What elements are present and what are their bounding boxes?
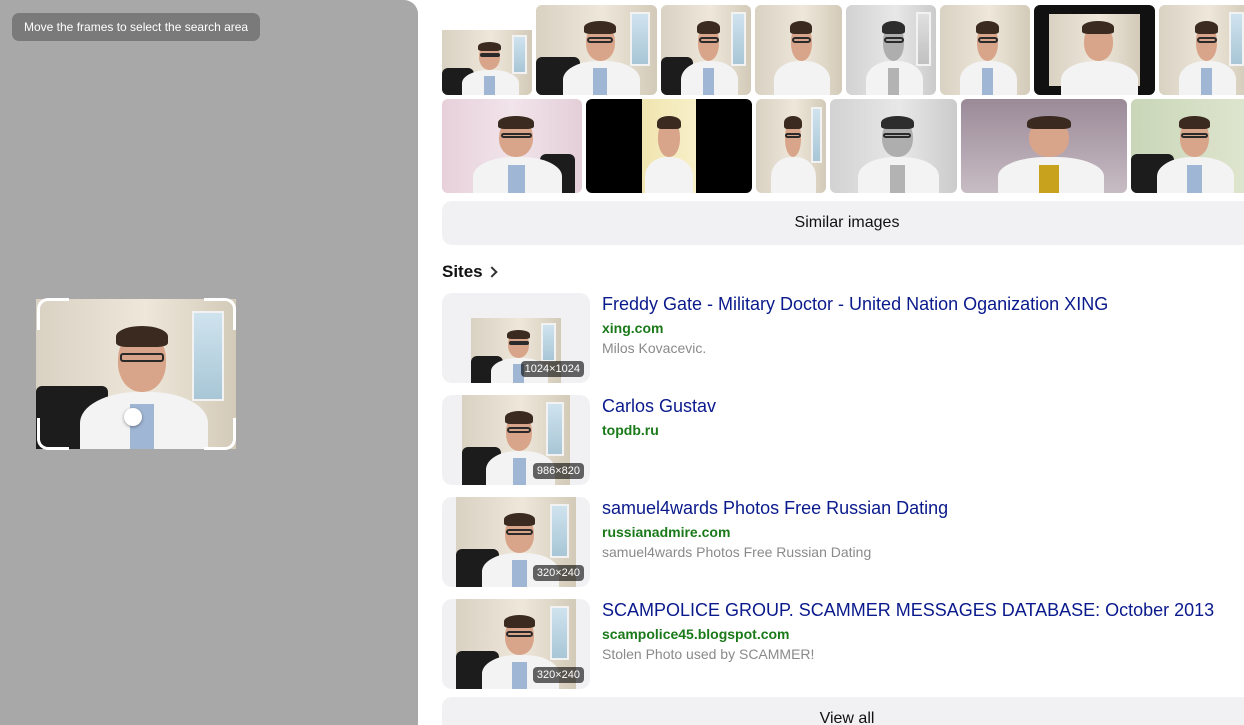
image-dimensions: 1024×1024: [520, 361, 584, 377]
similar-image[interactable]: [442, 5, 532, 95]
similar-image[interactable]: [1159, 5, 1244, 95]
site-result-domain[interactable]: scampolice45.blogspot.com: [602, 626, 790, 642]
site-result: 320×240 samuel4wards Photos Free Russian…: [442, 497, 1244, 587]
similar-image[interactable]: [1034, 5, 1155, 95]
site-result: 1024×1024 Freddy Gate - Military Doctor …: [442, 293, 1244, 383]
crop-handle-bottom-left[interactable]: [37, 418, 69, 450]
site-result: 320×240 SCAMPOLICE GROUP. SCAMMER MESSAG…: [442, 599, 1244, 689]
similar-image[interactable]: [586, 99, 752, 193]
crop-hint: Move the frames to select the search are…: [12, 13, 261, 41]
image-search-page: Move the frames to select the search are…: [0, 0, 1244, 725]
site-result: 986×820 Carlos Gustav topdb.ru: [442, 395, 1244, 485]
crop-handle-bottom-right[interactable]: [204, 418, 236, 450]
similar-image[interactable]: [756, 99, 826, 193]
similar-image[interactable]: [846, 5, 936, 95]
sites-heading[interactable]: Sites: [442, 262, 498, 282]
similar-image[interactable]: [940, 5, 1030, 95]
similar-image[interactable]: [830, 99, 957, 193]
chevron-right-icon: [485, 266, 498, 278]
site-result-title[interactable]: SCAMPOLICE GROUP. SCAMMER MESSAGES DATAB…: [602, 600, 1214, 621]
site-result-description: Milos Kovacevic.: [602, 340, 707, 356]
crop-drag-handle[interactable]: [124, 408, 142, 426]
view-all-button[interactable]: View all: [442, 697, 1244, 725]
image-dimensions: 986×820: [532, 463, 584, 479]
similar-images-button[interactable]: Similar images: [442, 201, 1244, 245]
similar-image[interactable]: [755, 5, 842, 95]
crop-handle-top-left[interactable]: [37, 298, 69, 330]
similar-image[interactable]: [1131, 99, 1244, 193]
site-result-domain[interactable]: topdb.ru: [602, 422, 659, 438]
image-dimensions: 320×240: [532, 565, 584, 581]
site-result-thumbnail[interactable]: 1024×1024: [442, 293, 590, 383]
sites-heading-label: Sites: [442, 262, 483, 281]
site-result-domain[interactable]: russianadmire.com: [602, 524, 730, 540]
site-result-title[interactable]: Freddy Gate - Military Doctor - United N…: [602, 294, 1108, 315]
image-dimensions: 320×240: [532, 667, 584, 683]
results-column: Similar images Sites 1024×1024 Freddy Ga…: [442, 0, 1244, 725]
site-result-description: Stolen Photo used by SCAMMER!: [602, 646, 815, 662]
similar-image[interactable]: [961, 99, 1127, 193]
site-result-description: samuel4wards Photos Free Russian Dating: [602, 544, 872, 560]
similar-image[interactable]: [442, 99, 582, 193]
crop-handle-top-right[interactable]: [204, 298, 236, 330]
crop-panel: Move the frames to select the search are…: [0, 0, 418, 725]
site-result-thumbnail[interactable]: 320×240: [442, 599, 590, 689]
similar-image[interactable]: [536, 5, 657, 95]
site-result-domain[interactable]: xing.com: [602, 320, 663, 336]
site-result-title[interactable]: samuel4wards Photos Free Russian Dating: [602, 498, 948, 519]
site-result-thumbnail[interactable]: 320×240: [442, 497, 590, 587]
similar-image[interactable]: [661, 5, 751, 95]
site-result-thumbnail[interactable]: 986×820: [442, 395, 590, 485]
site-result-title[interactable]: Carlos Gustav: [602, 396, 716, 417]
